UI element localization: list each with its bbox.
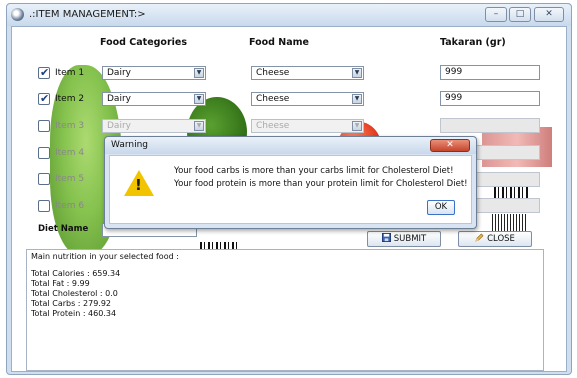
chevron-down-icon[interactable]: ▼ [194,68,204,78]
submit-button[interactable]: SUBMIT [367,231,441,247]
window-title: .:ITEM MANAGEMENT:> [29,9,146,20]
item-2-category-select[interactable]: Dairy ▼ [102,92,206,106]
pencil-icon [475,233,484,242]
food-name-header: Food Name [249,37,309,48]
diet-name-label: Diet Name [38,224,89,234]
item-1-checkbox[interactable] [38,66,50,79]
chevron-down-icon[interactable]: ▼ [194,94,204,104]
dialog-body: ! Your food carbs is more than your carb… [109,155,472,224]
item-4-checkbox[interactable] [38,147,50,159]
item-3-label: Item 3 [55,121,85,131]
total-cholesterol-line: Total Cholesterol : 0.0 [31,289,118,298]
minimize-button[interactable]: – [485,7,507,22]
dialog-title-bar[interactable]: Warning ✕ [105,137,476,154]
total-carbs-line: Total Carbs : 279.92 [31,299,112,308]
item-5-checkbox[interactable] [38,173,50,185]
save-icon [381,233,391,242]
chevron-down-icon: ▼ [194,121,204,131]
output-header: Main nutrition in your selected food : [31,252,179,261]
item-2-food-value: Cheese [256,94,290,104]
total-calories-line: Total Calories : 659.34 [31,269,121,278]
warning-dialog: Warning ✕ ! Your food carbs is more than… [104,136,477,229]
item-1-amount-input[interactable]: 999 [440,65,540,80]
item-3-food-select: Cheese ▼ [251,119,364,133]
app-icon [11,8,24,21]
dialog-title: Warning [111,140,149,150]
chevron-down-icon[interactable]: ▼ [352,68,362,78]
dialog-message-carbs: Your food carbs is more than your carbs … [174,166,454,176]
item-2-checkbox[interactable] [38,92,50,105]
item-1-label: Item 1 [55,68,85,78]
dialog-message-protein: Your food protein is more than your prot… [174,179,468,189]
warning-icon-mark: ! [135,176,142,194]
chevron-down-icon: ▼ [352,121,362,131]
takaran-header: Takaran (gr) [440,37,506,48]
window-close-button[interactable]: ✕ [534,7,564,22]
item-3-checkbox[interactable] [38,120,50,132]
item-2-label: Item 2 [55,94,85,104]
dialog-close-button[interactable]: ✕ [430,139,470,152]
item-4-label: Item 4 [55,148,85,158]
item-5-label: Item 5 [55,174,85,184]
total-fat-line: Total Fat : 9.99 [31,279,90,288]
item-6-label: Item 6 [55,201,85,211]
item-3-food-value: Cheese [256,121,290,131]
item-2-amount-input[interactable]: 999 [440,91,540,106]
item-3-category-value: Dairy [107,121,131,131]
item-3-category-select: Dairy ▼ [102,119,206,133]
item-1-food-select[interactable]: Cheese ▼ [251,66,364,80]
item-2-food-select[interactable]: Cheese ▼ [251,92,364,106]
close-button[interactable]: CLOSE [458,231,532,247]
item-1-category-value: Dairy [107,68,131,78]
food-categories-header: Food Categories [100,37,187,48]
item-1-food-value: Cheese [256,68,290,78]
item-2-category-value: Dairy [107,94,131,104]
maximize-button[interactable]: □ [509,7,531,22]
item-1-category-select[interactable]: Dairy ▼ [102,66,206,80]
close-button-label: CLOSE [487,234,515,244]
item-3-amount-input [440,118,540,133]
submit-button-label: SUBMIT [393,234,427,244]
item-6-checkbox[interactable] [38,200,50,212]
nutrition-output-area[interactable]: Main nutrition in your selected food : T… [26,249,544,371]
chevron-down-icon[interactable]: ▼ [352,94,362,104]
title-bar[interactable]: .:ITEM MANAGEMENT:> – □ ✕ [7,4,571,26]
dialog-ok-button[interactable]: OK [427,200,455,215]
total-protein-line: Total Protein : 460.34 [31,309,117,318]
